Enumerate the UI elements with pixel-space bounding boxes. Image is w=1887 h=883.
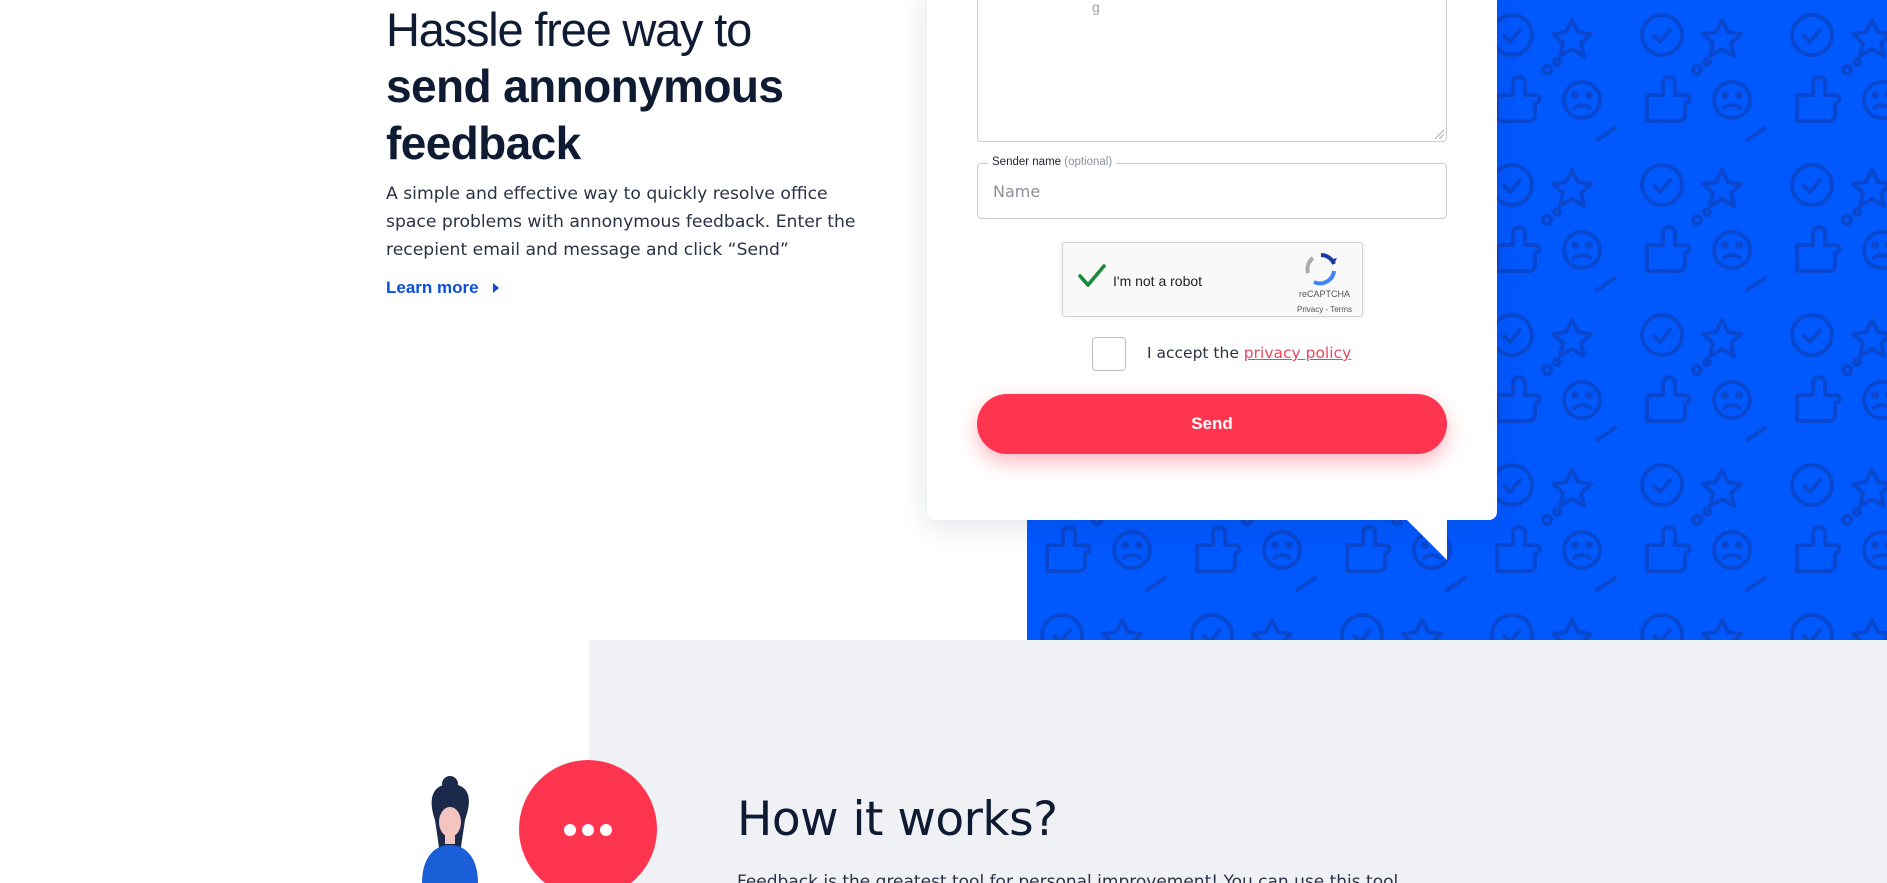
resize-grip-icon[interactable] bbox=[1435, 130, 1444, 139]
privacy-checkbox[interactable] bbox=[1092, 337, 1126, 371]
learn-more-link[interactable]: Learn more bbox=[386, 278, 499, 298]
how-it-works-description: Feedback is the greatest tool for person… bbox=[737, 872, 1399, 883]
privacy-prefix: I accept the bbox=[1147, 344, 1239, 362]
sender-name-field: Sender name (optional) bbox=[977, 156, 1447, 219]
message-placeholder: g bbox=[1092, 0, 1100, 15]
message-textarea[interactable]: g bbox=[977, 0, 1447, 142]
chevron-right-icon bbox=[492, 283, 499, 293]
sender-label-text: Sender name bbox=[992, 156, 1062, 168]
recaptcha-logo-icon bbox=[1305, 253, 1337, 286]
hero-title: Hassle free way to bbox=[386, 3, 752, 56]
chat-bubble-icon bbox=[519, 760, 657, 883]
privacy-policy-link[interactable]: privacy policy bbox=[1244, 344, 1351, 362]
recaptcha-label: I'm not a robot bbox=[1113, 273, 1203, 289]
person-chat-illustration bbox=[422, 760, 657, 883]
hero-description: A simple and effective way to quickly re… bbox=[386, 184, 856, 260]
send-button[interactable]: Send bbox=[977, 394, 1447, 454]
learn-more-label: Learn more bbox=[386, 278, 479, 297]
privacy-consent: I accept the privacy policy bbox=[1147, 344, 1351, 362]
sender-name-label: Sender name (optional) bbox=[988, 156, 1117, 168]
recaptcha-brand: reCAPTCHA bbox=[1298, 289, 1350, 299]
checkmark-icon bbox=[1078, 264, 1106, 287]
hero-title-emphasis: send annonymous feedback bbox=[386, 60, 784, 169]
person-avatar-icon bbox=[422, 776, 478, 883]
optional-tag: (optional) bbox=[1064, 156, 1113, 168]
recaptcha-widget[interactable]: I'm not a robot reCAPTCHA Privacy - Term… bbox=[1062, 242, 1363, 317]
recaptcha-terms[interactable]: Privacy - Terms bbox=[1297, 305, 1352, 314]
sender-name-input[interactable] bbox=[978, 164, 1446, 218]
how-it-works-title: How it works? bbox=[737, 792, 1058, 847]
speech-bubble-tail bbox=[1407, 520, 1447, 560]
